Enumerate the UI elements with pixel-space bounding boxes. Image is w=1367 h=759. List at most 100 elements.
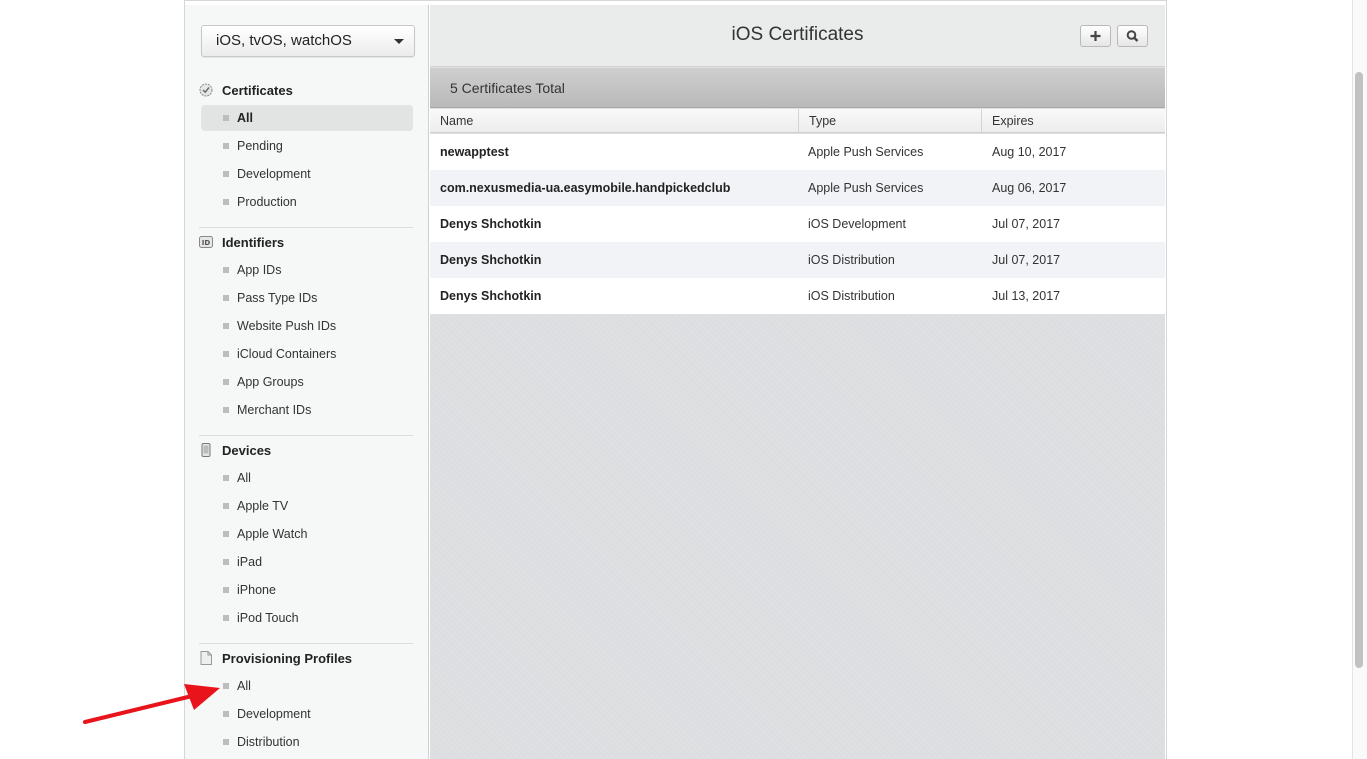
sidebar-item-ipad[interactable]: iPad: [201, 549, 413, 575]
cell-expires: Jul 13, 2017: [992, 289, 1061, 303]
arrow-head: [184, 684, 220, 710]
main-header: iOS Certificates: [430, 5, 1165, 67]
divider: [199, 435, 413, 436]
cell-expires: Jul 07, 2017: [992, 253, 1061, 267]
sidebar: iOS, tvOS, watchOS Certificates All Pend…: [185, 5, 429, 759]
cell-expires: Aug 06, 2017: [992, 181, 1067, 195]
scrollbar-thumb[interactable]: [1355, 72, 1363, 668]
sidebar-item-label: Apple TV: [237, 499, 289, 513]
sidebar-item-merchant-ids[interactable]: Merchant IDs: [201, 397, 413, 423]
sidebar-item-label: Apple Watch: [237, 527, 308, 541]
sidebar-item-label: iPod Touch: [237, 611, 299, 625]
table-row[interactable]: Denys Shchotkin iOS Development Jul 07, …: [430, 206, 1165, 242]
device-icon: [199, 443, 213, 457]
sidebar-item-profiles-development[interactable]: Development: [201, 701, 413, 727]
add-button[interactable]: [1080, 25, 1111, 47]
bullet-icon: [223, 559, 229, 565]
table-row[interactable]: com.nexusmedia-ua.easymobile.handpickedc…: [430, 170, 1165, 206]
table-header: Name Type Expires: [430, 109, 1165, 133]
sidebar-item-apple-tv[interactable]: Apple TV: [201, 493, 413, 519]
bullet-icon: [223, 267, 229, 273]
cell-name: Denys Shchotkin: [440, 289, 542, 303]
sidebar-item-label: Pass Type IDs: [237, 291, 318, 305]
sidebar-item-certificates-pending[interactable]: Pending: [201, 133, 413, 159]
bullet-icon: [223, 587, 229, 593]
divider: [199, 643, 413, 644]
sidebar-item-certificates-production[interactable]: Production: [201, 189, 413, 215]
sidebar-item-label: Website Push IDs: [237, 319, 337, 333]
cell-type: iOS Distribution: [808, 253, 895, 267]
sidebar-item-apple-watch[interactable]: Apple Watch: [201, 521, 413, 547]
sidebar-item-label: Merchant IDs: [237, 403, 312, 417]
sidebar-item-devices-all[interactable]: All: [201, 465, 413, 491]
section-certificates: Certificates: [199, 80, 293, 100]
platform-select[interactable]: iOS, tvOS, watchOS: [201, 25, 415, 57]
bullet-icon: [223, 115, 229, 121]
cell-name: com.nexusmedia-ua.easymobile.handpickedc…: [440, 181, 731, 195]
table-row[interactable]: Denys Shchotkin iOS Distribution Jul 13,…: [430, 278, 1165, 314]
empty-area: [430, 314, 1165, 759]
bullet-icon: [223, 295, 229, 301]
sidebar-item-pass-type-ids[interactable]: Pass Type IDs: [201, 285, 413, 311]
document-icon: [199, 651, 213, 665]
sidebar-item-label: App IDs: [237, 263, 282, 277]
sidebar-item-label: iPad: [237, 555, 263, 569]
cell-type: Apple Push Services: [808, 145, 924, 159]
column-header-name[interactable]: Name: [430, 109, 798, 133]
section-devices-title: Devices: [222, 442, 272, 458]
sidebar-item-label: App Groups: [237, 375, 304, 389]
cell-name: Denys Shchotkin: [440, 253, 542, 267]
sidebar-item-ipod-touch[interactable]: iPod Touch: [201, 605, 413, 631]
id-icon-text: ID: [202, 239, 211, 247]
column-header-type[interactable]: Type: [798, 109, 981, 133]
section-certificates-title: Certificates: [222, 82, 293, 98]
cell-expires: Jul 07, 2017: [992, 217, 1061, 231]
sidebar-item-app-groups[interactable]: App Groups: [201, 369, 413, 395]
sidebar-item-profiles-all[interactable]: All: [201, 673, 413, 699]
page-background-left: [0, 0, 184, 759]
sidebar-item-label: All: [237, 471, 251, 485]
annotation-arrow-icon: [83, 684, 220, 724]
sidebar-item-certificates-development[interactable]: Development: [201, 161, 413, 187]
bullet-icon: [223, 171, 229, 177]
sidebar-item-website-push-ids[interactable]: Website Push IDs: [201, 313, 413, 339]
bullet-icon: [223, 615, 229, 621]
bullet-icon: [223, 503, 229, 509]
table-row[interactable]: Denys Shchotkin iOS Distribution Jul 07,…: [430, 242, 1165, 278]
sidebar-item-label: iCloud Containers: [237, 347, 337, 361]
sidebar-item-certificates-all[interactable]: All: [201, 105, 413, 131]
sidebar-item-label: iPhone: [237, 583, 276, 597]
chevron-down-icon: [394, 39, 404, 44]
sidebar-item-label: Development: [237, 707, 311, 721]
cell-expires: Aug 10, 2017: [992, 145, 1067, 159]
divider: [199, 227, 413, 228]
sidebar-item-label: Development: [237, 167, 311, 181]
bullet-icon: [223, 323, 229, 329]
sidebar-item-icloud-containers[interactable]: iCloud Containers: [201, 341, 413, 367]
cell-type: iOS Distribution: [808, 289, 895, 303]
bullet-icon: [223, 407, 229, 413]
bullet-icon: [223, 379, 229, 385]
sidebar-item-label: All: [237, 679, 251, 693]
section-devices: Devices: [199, 440, 271, 460]
platform-select-value: iOS, tvOS, watchOS: [216, 32, 352, 49]
sidebar-item-label: Production: [237, 195, 297, 209]
sidebar-item-app-ids[interactable]: App IDs: [201, 257, 413, 283]
column-header-expires[interactable]: Expires: [981, 109, 1165, 133]
section-provisioning-title: Provisioning Profiles: [222, 650, 353, 666]
cell-type: iOS Development: [808, 217, 906, 231]
bullet-icon: [223, 739, 229, 745]
cell-name: newapptest: [440, 145, 509, 159]
page-background-right: [1166, 0, 1352, 759]
bullet-icon: [223, 531, 229, 537]
cell-type: Apple Push Services: [808, 181, 924, 195]
sidebar-item-profiles-distribution[interactable]: Distribution: [201, 729, 413, 755]
sidebar-item-iphone[interactable]: iPhone: [201, 577, 413, 603]
sidebar-item-label: Pending: [237, 139, 283, 153]
arrow-shaft: [83, 694, 194, 724]
search-button[interactable]: [1117, 25, 1148, 47]
certificates-total: 5 Certificates Total: [430, 68, 1165, 108]
table-row[interactable]: newapptest Apple Push Services Aug 10, 2…: [430, 134, 1165, 170]
sidebar-item-label: Distribution: [237, 735, 300, 749]
plus-icon: [1090, 31, 1101, 41]
